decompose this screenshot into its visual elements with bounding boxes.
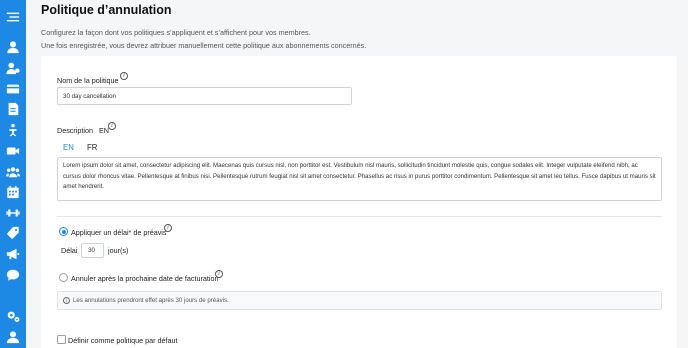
divider (57, 216, 662, 217)
radio-cancel-after-billing[interactable] (59, 273, 68, 282)
delay-unit-label: jour(s) (108, 246, 129, 255)
cancel-after-billing-label: Annuler après la prochaine date de factu… (71, 274, 219, 283)
info-icon[interactable]: i (108, 122, 116, 130)
dumbbell-person-icon[interactable] (5, 122, 21, 138)
radio-apply-notice[interactable] (59, 227, 68, 236)
dumbbell-icon[interactable] (5, 205, 21, 221)
tag-icon[interactable] (5, 225, 21, 241)
page-title: Politique d’annulation (41, 3, 172, 17)
chat-icon[interactable] (5, 267, 21, 283)
info-icon[interactable]: i (164, 224, 172, 232)
account-icon[interactable] (5, 329, 21, 345)
page-description: Configurez la façon dont vos politiques … (41, 27, 366, 52)
info-icon: i (63, 297, 70, 304)
description-textarea[interactable]: Lorem ipsum dolor sit amet, consectetur … (57, 157, 662, 201)
report-icon[interactable] (5, 101, 21, 117)
description-line-2: Une fois enregistrée, vous devrez attrib… (41, 40, 367, 50)
users-icon[interactable] (5, 164, 21, 180)
user-gear-icon[interactable] (5, 60, 21, 76)
notice-text: Les annulations prendront effet après 30… (73, 297, 229, 304)
description-label-text: Description (57, 126, 93, 135)
delay-input[interactable] (81, 243, 104, 258)
settings-icon[interactable] (5, 308, 21, 324)
megaphone-icon[interactable] (5, 246, 21, 262)
info-icon[interactable]: i (120, 72, 128, 80)
menu-icon[interactable] (5, 9, 21, 25)
credit-card-icon[interactable] (5, 81, 21, 97)
policy-name-label: Nom de la politique (57, 76, 119, 85)
delay-label: Délai (61, 246, 78, 255)
tab-en[interactable]: EN (63, 143, 74, 152)
video-icon[interactable] (5, 143, 21, 159)
notice-box: i Les annulations prendront effet après … (57, 291, 662, 310)
sidebar (0, 0, 26, 348)
default-policy-label: Définir comme politique par défaut (68, 336, 178, 345)
default-policy-checkbox[interactable] (57, 335, 66, 344)
description-label: Description EN (57, 126, 109, 135)
info-icon[interactable]: i (215, 270, 223, 278)
tab-fr[interactable]: FR (87, 143, 97, 152)
calendar-icon[interactable] (5, 184, 21, 200)
policy-name-input[interactable] (57, 87, 352, 105)
user-icon[interactable] (5, 39, 21, 55)
apply-notice-label: Appliquer un délai* de préavis (71, 228, 167, 237)
description-line-1: Configurez la façon dont vos politiques … (41, 28, 311, 37)
